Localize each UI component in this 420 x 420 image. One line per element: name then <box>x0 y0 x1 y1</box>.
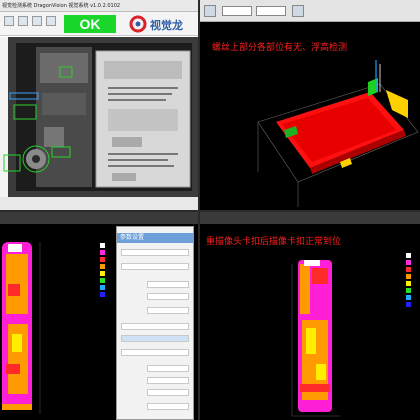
save-button[interactable] <box>18 16 28 26</box>
toolbar: OK 视觉龙 <box>0 12 198 36</box>
ok-result-indicator: OK <box>64 15 116 33</box>
brand-logo-icon <box>129 15 147 33</box>
parameter-field[interactable] <box>121 249 189 256</box>
parameter-field[interactable] <box>147 377 189 384</box>
parameter-field[interactable] <box>121 323 189 330</box>
heightmap-left-window: 参数设置 <box>0 212 198 420</box>
heightmap-left-image[interactable] <box>0 224 116 420</box>
run-button[interactable] <box>32 16 42 26</box>
parameter-field[interactable] <box>147 365 189 372</box>
parameter-field[interactable] <box>147 293 189 300</box>
parameter-panel: 参数设置 <box>116 226 194 420</box>
brand-name: 视觉龙 <box>150 19 183 32</box>
color-legend <box>100 242 114 298</box>
parameter-field[interactable] <box>147 281 189 288</box>
heightmap-right-image[interactable] <box>200 224 420 420</box>
3d-toolbar <box>200 0 420 22</box>
window-title: 视觉检测系统 DragonVision 视觉系统 v1.0.2.0102 <box>0 0 198 12</box>
reset-view-button[interactable] <box>292 5 304 17</box>
parameter-field-selected[interactable] <box>121 335 189 342</box>
parameter-field[interactable] <box>121 349 189 356</box>
phone-board-image <box>0 37 198 210</box>
parameter-field[interactable] <box>147 307 189 314</box>
color-legend <box>406 252 420 308</box>
parameter-field[interactable] <box>121 263 189 270</box>
camera-inspection-window: 视觉检测系统 DragonVision 视觉系统 v1.0.2.0102 OK … <box>0 0 198 210</box>
settings-button[interactable] <box>46 16 56 26</box>
3d-view-window: 螺丝上部分各部位有无、浮高检测 <box>200 0 420 210</box>
heightmap-right-titlebar <box>200 212 420 224</box>
view-select[interactable] <box>222 6 252 16</box>
heightmap-right-window: 重描像头卡扣后描像卡扣正常到位 <box>200 212 420 420</box>
open-button[interactable] <box>4 16 14 26</box>
parameter-panel-header: 参数设置 <box>117 233 193 243</box>
parameter-field[interactable] <box>147 403 189 410</box>
color-select[interactable] <box>256 6 286 16</box>
view-mode-button[interactable] <box>204 5 216 17</box>
heightmap-left-titlebar <box>0 212 198 224</box>
parameter-field[interactable] <box>147 389 189 396</box>
3d-inspection-label: 螺丝上部分各部位有无、浮高检测 <box>212 43 348 53</box>
